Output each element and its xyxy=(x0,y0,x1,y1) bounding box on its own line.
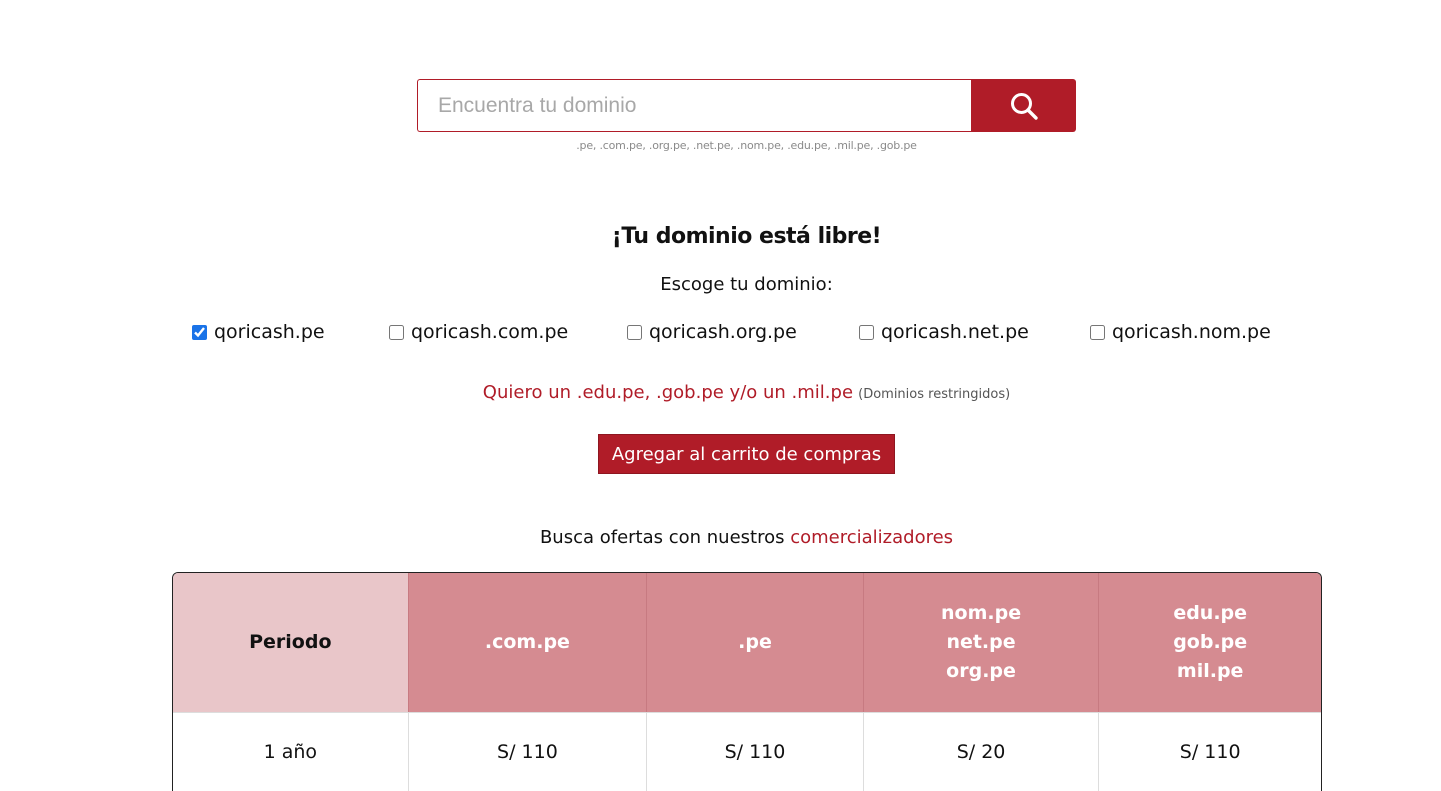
restricted-domains-link[interactable]: Quiero un .edu.pe, .gob.pe y/o un .mil.p… xyxy=(483,382,853,403)
domain-option-com-pe[interactable]: qoricash.com.pe xyxy=(389,321,568,343)
domain-option-nom-pe[interactable]: qoricash.nom.pe xyxy=(1090,321,1271,343)
header-ext: edu.pe xyxy=(1173,602,1248,624)
header-com-pe: .com.pe xyxy=(408,573,648,712)
domain-option-label: qoricash.org.pe xyxy=(649,321,797,343)
price-cell: S/ 20 xyxy=(863,712,1100,791)
header-ext: gob.pe xyxy=(1173,631,1248,653)
header-nom-net-org: nom.pe net.pe org.pe xyxy=(863,573,1100,712)
search-icon xyxy=(1010,92,1038,120)
header-pe: .pe xyxy=(647,573,864,712)
domain-checkbox[interactable] xyxy=(389,324,404,340)
header-period: Periodo xyxy=(173,573,409,712)
domain-option-label: qoricash.nom.pe xyxy=(1112,321,1271,343)
domain-option-label: qoricash.pe xyxy=(214,321,325,343)
header-ext: org.pe xyxy=(946,660,1016,682)
supported-extensions-hint: .pe, .com.pe, .org.pe, .net.pe, .nom.pe,… xyxy=(576,139,917,152)
price-table: Periodo .com.pe .pe nom.pe net.pe org.pe… xyxy=(172,572,1322,791)
header-ext: mil.pe xyxy=(1176,660,1244,682)
domain-option-label: qoricash.com.pe xyxy=(411,321,569,343)
price-cell: S/ 110 xyxy=(647,712,864,791)
domain-option-net-pe[interactable]: qoricash.net.pe xyxy=(859,321,1029,343)
search-button[interactable] xyxy=(971,79,1076,132)
price-cell: S/ 110 xyxy=(1099,712,1321,791)
table-row: 1 año S/ 110 S/ 110 S/ 20 S/ 110 xyxy=(173,712,1321,791)
search-bar xyxy=(417,79,1076,132)
domain-checkbox[interactable] xyxy=(1090,324,1105,340)
domain-option-pe[interactable]: qoricash.pe xyxy=(192,321,325,343)
offers-label: Busca ofertas con nuestros xyxy=(539,527,785,548)
offers-text: Busca ofertas con nuestros comercializad… xyxy=(0,527,1441,548)
domain-search-page: .pe, .com.pe, .org.pe, .net.pe, .nom.pe,… xyxy=(0,0,1441,791)
domain-checkbox[interactable] xyxy=(627,324,642,340)
domain-checkbox[interactable] xyxy=(192,324,207,340)
restricted-domains-row: Quiero un .edu.pe, .gob.pe y/o un .mil.p… xyxy=(0,382,1441,403)
period-cell: 1 año xyxy=(173,712,409,791)
domain-search-input[interactable] xyxy=(417,79,971,132)
choose-domain-label: Escoge tu dominio: xyxy=(660,274,833,295)
header-ext: nom.pe xyxy=(941,602,1022,624)
add-to-cart-button[interactable]: Agregar al carrito de compras xyxy=(598,434,895,474)
domain-option-label: qoricash.net.pe xyxy=(881,321,1029,343)
availability-title: ¡Tu dominio está libre! xyxy=(611,224,882,249)
header-ext: net.pe xyxy=(946,631,1016,653)
resellers-link[interactable]: comercializadores xyxy=(790,527,953,548)
price-cell: S/ 110 xyxy=(408,712,648,791)
price-table-header: Periodo .com.pe .pe nom.pe net.pe org.pe… xyxy=(173,573,1321,712)
domain-checkbox[interactable] xyxy=(859,324,874,340)
restricted-domains-note: (Dominios restringidos) xyxy=(858,387,1011,402)
domain-option-org-pe[interactable]: qoricash.org.pe xyxy=(627,321,797,343)
header-edu-gob-mil: edu.pe gob.pe mil.pe xyxy=(1099,573,1321,712)
